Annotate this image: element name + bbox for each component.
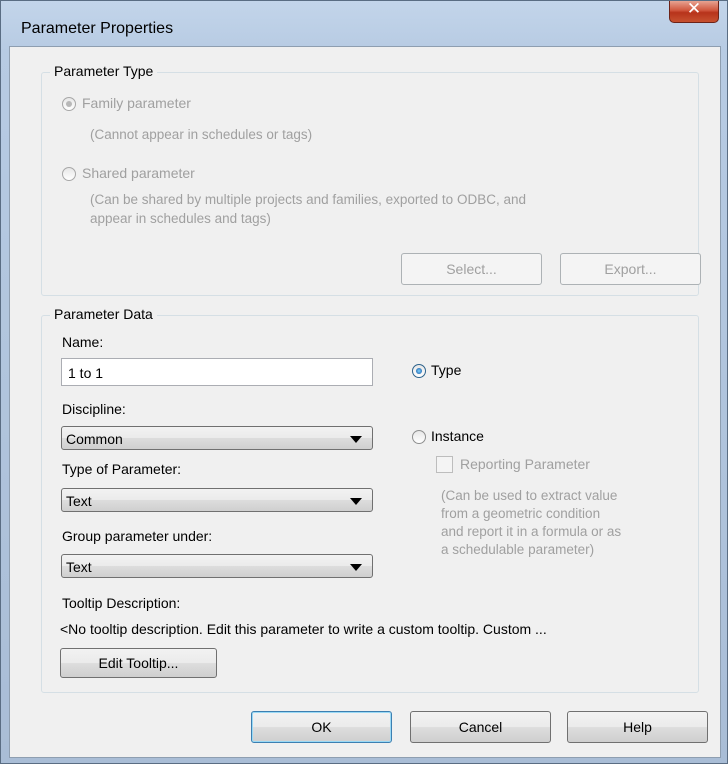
reporting-parameter-checkbox[interactable] [436, 456, 453, 473]
name-input[interactable]: 1 to 1 [61, 358, 373, 386]
dialog-body: Parameter Type Family parameter (Cannot … [9, 46, 721, 758]
group-parameter-value: Text [66, 559, 92, 575]
shared-parameter-note-line1: (Can be shared by multiple projects and … [90, 192, 526, 207]
instance-radio[interactable] [412, 430, 426, 444]
select-button-label: Select... [446, 261, 497, 277]
reporting-note-line3: and report it in a formula or as [441, 524, 622, 539]
parameter-data-legend: Parameter Data [50, 306, 157, 322]
type-of-parameter-dropdown[interactable]: Text [61, 488, 373, 512]
reporting-parameter-label: Reporting Parameter [460, 456, 590, 472]
family-parameter-label: Family parameter [82, 95, 191, 111]
discipline-label: Discipline: [62, 401, 126, 417]
reporting-note-line4: a schedulable parameter) [441, 542, 595, 557]
ok-button-label: OK [311, 719, 332, 735]
parameter-type-legend: Parameter Type [50, 63, 158, 79]
edit-tooltip-button-label: Edit Tooltip... [98, 655, 179, 671]
family-parameter-radio[interactable] [62, 97, 76, 111]
parameter-type-group: Parameter Type Family parameter (Cannot … [41, 63, 701, 296]
ok-button[interactable]: OK [251, 711, 392, 743]
help-button-label: Help [623, 719, 652, 735]
export-button[interactable]: Export... [560, 253, 701, 285]
dialog-window: Parameter Properties ✕ Parameter Type Fa… [0, 0, 728, 764]
type-label: Type [431, 362, 462, 378]
name-label: Name: [62, 334, 104, 350]
instance-label: Instance [431, 428, 484, 444]
select-button[interactable]: Select... [401, 253, 542, 285]
cancel-button[interactable]: Cancel [410, 711, 551, 743]
chevron-down-icon [350, 564, 362, 571]
discipline-value: Common [66, 431, 123, 447]
tooltip-description-label: Tooltip Description: [62, 595, 181, 611]
reporting-note-line2: from a geometric condition [441, 506, 601, 521]
cancel-button-label: Cancel [458, 719, 503, 735]
close-button[interactable]: ✕ [669, 0, 719, 23]
type-of-parameter-value: Text [66, 493, 92, 509]
shared-parameter-label: Shared parameter [82, 165, 195, 181]
group-parameter-label: Group parameter under: [62, 528, 213, 544]
shared-parameter-radio[interactable] [62, 167, 76, 181]
export-button-label: Export... [604, 261, 657, 277]
help-button[interactable]: Help [567, 711, 708, 743]
type-radio[interactable] [412, 364, 426, 378]
parameter-data-group: Parameter Data Name: 1 to 1 Type Discipl… [41, 306, 699, 693]
tooltip-description-text: <No tooltip description. Edit this param… [60, 621, 547, 637]
chevron-down-icon [350, 498, 362, 505]
reporting-note-line1: (Can be used to extract value [441, 488, 618, 503]
type-of-parameter-label: Type of Parameter: [62, 461, 182, 477]
close-icon: ✕ [686, 0, 702, 19]
discipline-dropdown[interactable]: Common [61, 426, 373, 450]
chevron-down-icon [350, 436, 362, 443]
group-parameter-dropdown[interactable]: Text [61, 554, 373, 578]
name-input-value: 1 to 1 [68, 365, 104, 381]
family-parameter-note: (Cannot appear in schedules or tags) [90, 127, 313, 142]
window-title: Parameter Properties [21, 20, 174, 37]
shared-parameter-note-line2: appear in schedules and tags) [90, 211, 271, 226]
edit-tooltip-button[interactable]: Edit Tooltip... [60, 648, 217, 678]
